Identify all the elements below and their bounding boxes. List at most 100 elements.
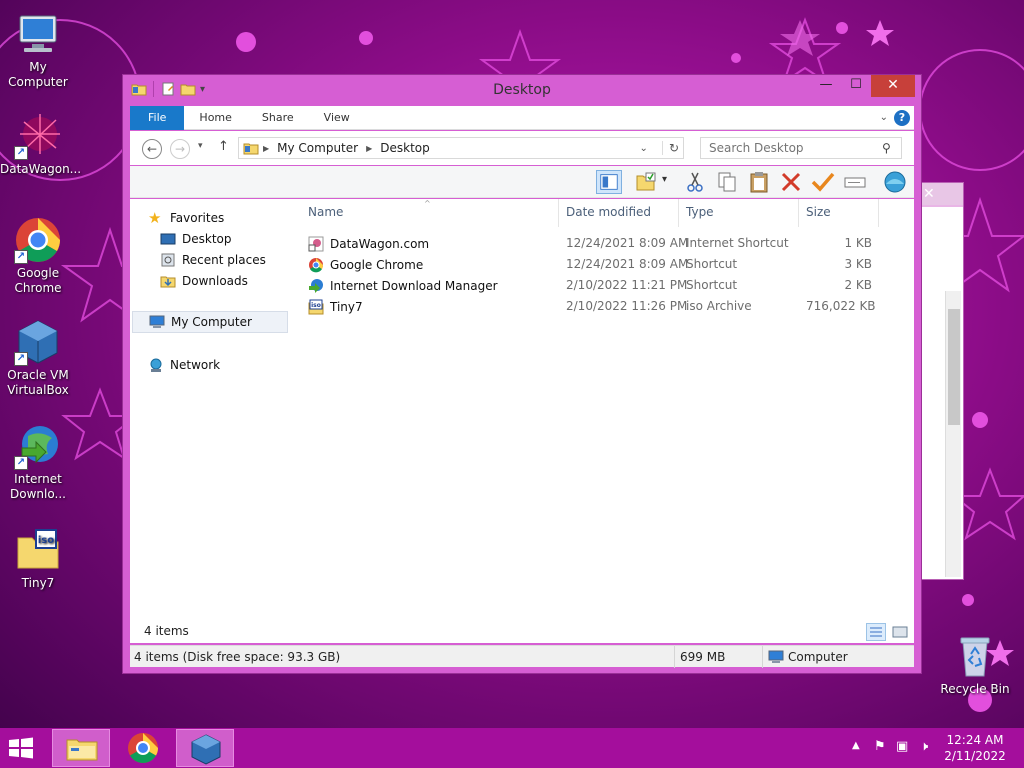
nav-favorites[interactable]: ★ Favorites [148,207,224,229]
shortcut-arrow-icon: ↗ [14,146,28,160]
chevron-down-icon[interactable]: ⌄ [640,143,648,154]
status-bar: 4 items (Disk free space: 93.3 GB) 699 M… [130,645,914,668]
file-size: 3 KB [844,257,872,271]
column-divider[interactable] [878,199,879,227]
web-shortcut-icon: ↗ [14,112,62,160]
scrollbar-thumb[interactable] [948,309,960,425]
back-button[interactable]: ← [142,139,162,159]
file-explorer-icon [66,739,98,761]
divider [762,646,763,668]
desktop-icon-datawagon[interactable]: ↗ DataWagon... [0,112,81,177]
help-icon[interactable]: ? [894,109,910,126]
clock[interactable]: 12:24 AM 2/11/2022 [944,732,1006,764]
preview-pane-icon[interactable] [596,170,622,194]
file-row[interactable]: DataWagon.com 12/24/2021 8:09 AM Interne… [300,233,914,254]
close-icon[interactable]: ✕ [923,186,935,202]
file-row[interactable]: Internet Download Manager 2/10/2022 11:2… [300,275,914,296]
delete-icon[interactable] [778,170,804,194]
file-row[interactable]: iso Tiny7 2/10/2022 11:26 PM iso Archive… [300,296,914,317]
desktop-icon-label: Google Chrome [14,266,62,295]
desktop-icon-label: Oracle VM VirtualBox [7,368,69,397]
maximize-button[interactable]: ☐ [841,75,871,97]
network-icon [150,358,162,372]
status-disk-space: 4 items (Disk free space: 93.3 GB) [134,650,341,664]
taskbar-virtualbox[interactable] [176,729,234,767]
desktop-icon-internet-download-manager[interactable]: ↗ Internet Downlo... [0,422,76,502]
search-input[interactable] [700,137,902,159]
file-date: 2/10/2022 11:26 PM [566,299,688,313]
copy-icon[interactable] [714,170,740,194]
clock-time: 12:24 AM [946,733,1004,747]
details-view-button[interactable] [866,623,886,641]
show-hidden-icons-icon[interactable]: ▲ [852,740,860,751]
desktop-icon-tiny7[interactable]: iso Tiny7 [0,526,76,591]
status-location: Computer [768,650,848,664]
iso-file-icon: iso [14,526,62,574]
nav-recent-places[interactable]: Recent places [160,249,266,271]
taskbar-file-explorer[interactable] [52,729,110,767]
start-button[interactable] [6,736,36,760]
paste-icon[interactable] [746,170,772,194]
forward-button[interactable]: → [170,139,190,159]
cut-icon[interactable] [682,170,708,194]
large-icons-view-button[interactable] [890,623,910,641]
chevron-right-icon: ▶ [366,143,373,153]
recent-places-icon [161,253,175,267]
chrome-icon [128,733,158,764]
nav-downloads[interactable]: Downloads [160,270,248,292]
globe-icon[interactable] [882,170,908,194]
network-status-icon[interactable]: ▣ [896,739,908,754]
recycle-bin-icon [951,632,999,680]
column-date-modified[interactable]: Date modified [566,205,651,219]
column-size[interactable]: Size [806,205,831,219]
nav-label: Favorites [170,211,225,225]
star-icon: ★ [148,209,162,227]
desktop-icon-google-chrome[interactable]: ↗ Google Chrome [0,216,76,296]
checkmark-icon[interactable] [810,170,836,194]
column-divider[interactable] [678,199,679,227]
close-button[interactable]: ✕ [871,75,915,97]
recent-locations-icon[interactable]: ▾ [198,141,203,151]
file-type: iso Archive [686,299,752,313]
refresh-icon[interactable]: ↻ [661,141,679,155]
action-center-flag-icon[interactable]: ⚑ [874,739,886,754]
folder-options-icon[interactable] [634,170,660,194]
nav-my-computer[interactable]: My Computer [132,311,288,333]
column-name[interactable]: Name [308,205,343,219]
web-shortcut-icon [308,236,324,252]
column-divider[interactable] [558,199,559,227]
expand-ribbon-icon[interactable]: ⌄ [880,112,888,123]
file-type: Shortcut [686,257,738,271]
taskbar-google-chrome[interactable] [114,729,172,767]
tab-home[interactable]: Home [184,106,246,130]
background-window[interactable]: ✕ [920,182,964,580]
tab-file[interactable]: File [130,105,185,130]
column-divider[interactable] [798,199,799,227]
column-type[interactable]: Type [686,205,714,219]
nav-network[interactable]: Network [148,354,220,376]
volume-muted-icon[interactable]: 🕨 [920,739,928,754]
desktop-icon-my-computer[interactable]: My Computer [0,10,76,90]
breadcrumb-desktop[interactable]: Desktop [380,141,430,155]
nav-desktop[interactable]: Desktop [160,228,232,250]
idm-icon: ↗ [14,422,62,470]
window-titlebar[interactable]: ▾ Desktop — ☐ ✕ [123,75,921,105]
tab-share[interactable]: Share [247,106,309,130]
status-size: 699 MB [680,650,726,664]
chevron-down-icon[interactable]: ▾ [662,174,667,185]
up-arrow-icon[interactable]: ↑ [218,139,229,154]
rename-icon[interactable] [842,170,868,194]
breadcrumb-my-computer[interactable]: My Computer [277,141,358,155]
address-bar[interactable]: ▶ My Computer ▶ Desktop ⌄ ↻ [238,137,684,159]
file-row[interactable]: Google Chrome 12/24/2021 8:09 AM Shortcu… [300,254,914,275]
desktop-icon-recycle-bin[interactable]: Recycle Bin [937,632,1013,697]
tab-view[interactable]: View [309,106,365,130]
minimize-button[interactable]: — [811,75,841,97]
search-icon[interactable]: ⚲ [882,141,891,155]
desktop-icon-virtualbox[interactable]: ↗ Oracle VM VirtualBox [0,318,76,398]
scrollbar[interactable] [945,291,961,577]
computer-icon [149,315,165,328]
window-title: Desktop [493,82,551,98]
file-date: 12/24/2021 8:09 AM [566,257,689,271]
virtualbox-icon: ↗ [14,318,62,366]
